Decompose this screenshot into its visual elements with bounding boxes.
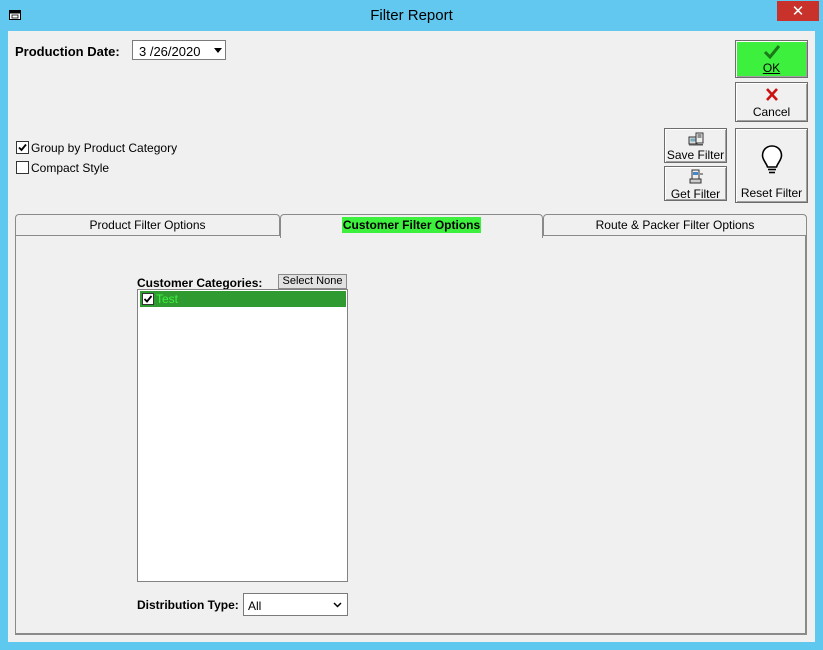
reset-filter-button[interactable]: Reset Filter [735, 128, 808, 203]
tab-panel [15, 235, 807, 635]
group-by-category-checkbox[interactable] [16, 141, 29, 154]
tab-product-filter-options[interactable]: Product Filter Options [15, 214, 280, 236]
select-none-button[interactable]: Select None [278, 274, 347, 289]
cancel-label: Cancel [752, 105, 791, 119]
chevron-down-icon [333, 602, 342, 608]
checkmark-icon [143, 295, 153, 303]
title-bar: Filter Report ✕ [0, 0, 823, 31]
save-filter-button[interactable]: Save Filter [664, 128, 727, 163]
close-icon [766, 88, 778, 101]
production-date-label: Production Date: [15, 44, 120, 59]
distribution-type-select[interactable]: All [243, 593, 348, 616]
checkmark-icon [18, 143, 27, 152]
save-filter-label: Save Filter [666, 148, 725, 162]
lightbulb-icon [761, 145, 783, 174]
distribution-type-value: All [248, 599, 262, 613]
production-date-picker[interactable]: 3 /26/2020 [132, 40, 226, 60]
compact-style-checkbox[interactable] [16, 161, 29, 174]
customer-categories-list[interactable]: Test [137, 289, 348, 582]
checkmark-icon [763, 45, 781, 59]
get-filter-button[interactable]: Get Filter [664, 166, 727, 201]
ok-label: OK [762, 61, 781, 75]
tab-route-packer-filter-options[interactable]: Route & Packer Filter Options [543, 214, 807, 236]
cancel-button[interactable]: Cancel [735, 82, 808, 122]
list-item-checkbox[interactable] [142, 293, 154, 305]
chevron-down-icon[interactable] [214, 48, 222, 53]
get-filter-label: Get Filter [670, 187, 721, 201]
ok-button[interactable]: OK [735, 40, 808, 78]
customer-categories-label: Customer Categories: [137, 276, 263, 290]
group-by-category-label: Group by Product Category [31, 141, 178, 155]
dialog-body: Production Date: 3 /26/2020 Group by Pro… [8, 31, 815, 642]
tab-label: Route & Packer Filter Options [595, 218, 755, 232]
tab-label: Product Filter Options [89, 218, 206, 232]
tab-label: Customer Filter Options [341, 217, 482, 233]
reset-filter-label: Reset Filter [740, 186, 803, 200]
close-icon: ✕ [791, 2, 805, 20]
distribution-type-label: Distribution Type: [137, 598, 239, 612]
list-item[interactable]: Test [140, 291, 346, 307]
tab-customer-filter-options[interactable]: Customer Filter Options [280, 214, 543, 238]
compact-style-label: Compact Style [31, 161, 110, 175]
save-filter-icon [688, 132, 704, 146]
production-date-value: 3 /26/2020 [139, 44, 201, 59]
close-button[interactable]: ✕ [777, 1, 819, 21]
window-title: Filter Report [370, 7, 453, 24]
list-item-label: Test [156, 292, 179, 306]
get-filter-icon [689, 169, 703, 184]
